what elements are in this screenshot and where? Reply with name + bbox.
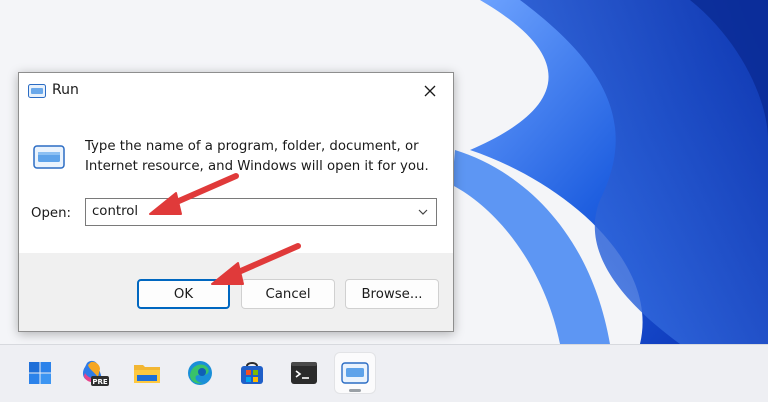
taskbar-edge-button[interactable] (180, 353, 220, 393)
dialog-title: Run (52, 82, 79, 98)
chevron-down-icon (418, 209, 428, 215)
open-input[interactable] (92, 204, 407, 219)
dialog-content: Type the name of a program, folder, docu… (19, 109, 453, 253)
run-app-icon (341, 362, 369, 384)
dropdown-button[interactable] (410, 199, 436, 225)
dialog-description: Type the name of a program, folder, docu… (85, 139, 429, 174)
taskbar-file-explorer-button[interactable] (127, 353, 167, 393)
taskbar-run-button[interactable] (335, 353, 375, 393)
taskbar: PRE (0, 344, 768, 402)
microsoft-store-icon (241, 362, 263, 384)
run-title-icon (28, 84, 46, 98)
close-button[interactable] (407, 73, 453, 109)
taskbar-copilot-button[interactable]: PRE (74, 353, 114, 393)
run-dialog: Run Type the name of a program, folder, … (18, 72, 454, 332)
terminal-icon (291, 362, 317, 384)
copilot-pre-icon: PRE (82, 360, 109, 386)
ok-button[interactable]: OK (137, 279, 230, 309)
title-bar[interactable]: Run (19, 73, 453, 109)
taskbar-store-button[interactable] (232, 353, 272, 393)
taskbar-start-button[interactable] (20, 353, 60, 393)
copilot-badge: PRE (92, 378, 108, 386)
run-app-icon (33, 145, 65, 169)
edge-browser-icon (188, 361, 212, 385)
close-icon (424, 85, 436, 97)
active-indicator (349, 389, 361, 392)
desktop: Run Type the name of a program, folder, … (0, 0, 768, 344)
open-label: Open: (31, 206, 71, 221)
file-explorer-icon (134, 365, 160, 383)
windows-start-icon (29, 362, 51, 384)
taskbar-terminal-button[interactable] (284, 353, 324, 393)
browse-button[interactable]: Browse... (345, 279, 439, 309)
cancel-button[interactable]: Cancel (241, 279, 335, 309)
open-combobox[interactable] (85, 198, 437, 226)
